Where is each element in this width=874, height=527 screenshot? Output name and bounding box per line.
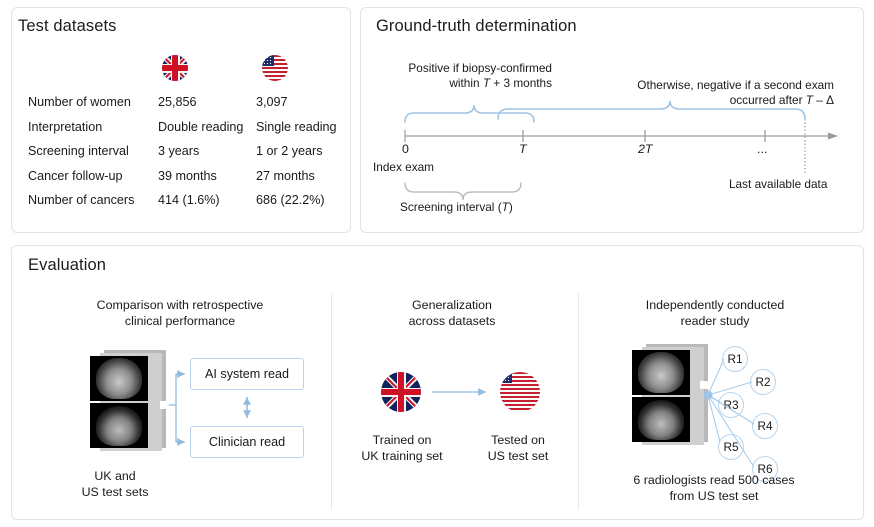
row-us-value: 686 (22.2%) [256, 193, 325, 207]
row-uk-value: 25,856 [158, 95, 256, 109]
axis-tick-ellipsis: ... [757, 142, 767, 156]
row-uk-value: 39 months [158, 169, 256, 183]
axis-tick-2T: 2T [638, 142, 652, 156]
row-label: Cancer follow-up [28, 169, 158, 183]
row-label: Interpretation [28, 120, 158, 134]
row-uk-value: Double reading [158, 120, 256, 134]
axis-tick-T: T [519, 142, 527, 156]
index-exam-label: Index exam [373, 160, 434, 174]
row-label: Number of women [28, 95, 158, 109]
row-us-value: Single reading [256, 120, 337, 134]
screening-interval-label: Screening interval (T) [400, 200, 513, 214]
uk-flag-icon [162, 55, 188, 81]
row-uk-value: 3 years [158, 144, 256, 158]
row-us-value: 1 or 2 years [256, 144, 323, 158]
table-row: Number of cancers 414 (1.6%) 686 (22.2%) [28, 193, 337, 218]
row-label: Screening interval [28, 144, 158, 158]
us-flag-icon [262, 55, 288, 81]
last-available-data-label: Last available data [729, 177, 827, 191]
row-us-value: 27 months [256, 169, 315, 183]
test-datasets-title: Test datasets [18, 17, 117, 36]
table-row: Cancer follow-up 39 months 27 months [28, 169, 337, 194]
row-uk-value: 414 (1.6%) [158, 193, 256, 207]
test-datasets-table: Number of women 25,856 3,097 Interpretat… [28, 95, 337, 218]
table-row: Screening interval 3 years 1 or 2 years [28, 144, 337, 169]
row-label: Number of cancers [28, 193, 158, 207]
axis-tick-0: 0 [402, 142, 409, 156]
evaluation-connectors-graphic [0, 245, 874, 520]
table-row: Number of women 25,856 3,097 [28, 95, 337, 120]
table-row: Interpretation Double reading Single rea… [28, 120, 337, 145]
row-us-value: 3,097 [256, 95, 288, 109]
